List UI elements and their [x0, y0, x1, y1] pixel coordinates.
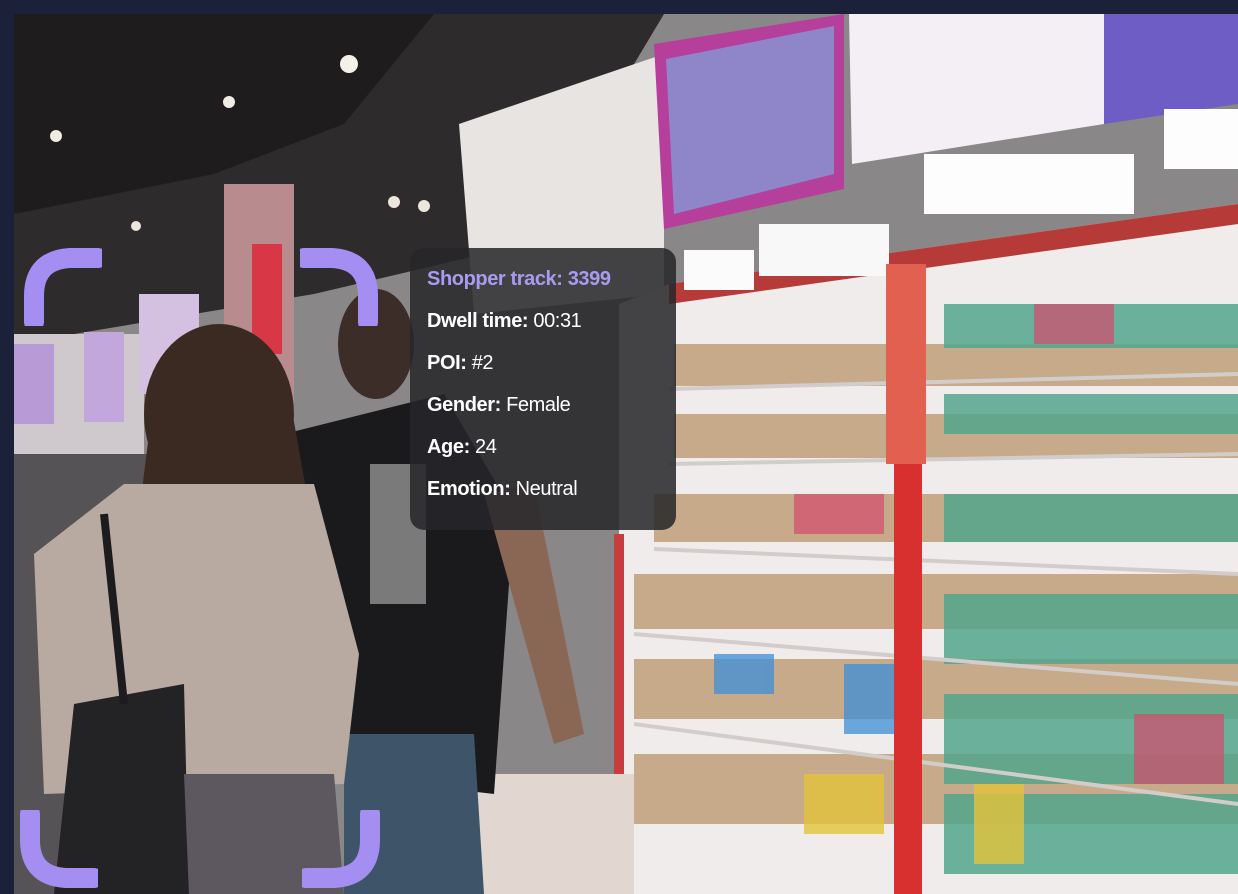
poi-row: POI: #2: [427, 350, 676, 392]
emotion-row: Emotion: Neutral: [427, 476, 676, 518]
tracking-bracket-bottom-left-icon: [18, 810, 98, 890]
poi-value: #2: [471, 352, 494, 374]
gender-value: Female: [506, 394, 571, 416]
tracking-bracket-bottom-right-icon: [302, 810, 382, 890]
age-label: Age:: [427, 436, 470, 458]
gender-row: Gender: Female: [427, 392, 676, 434]
age-row: Age: 24: [427, 434, 676, 476]
tracking-bracket-top-right-icon: [300, 246, 380, 326]
camera-feed: Shopper track: 3399 Dwell time: 00:31 PO…: [14, 14, 1238, 894]
age-value: 24: [475, 436, 497, 458]
emotion-label: Emotion:: [427, 478, 511, 500]
emotion-value: Neutral: [515, 478, 578, 500]
shopper-info-panel: Shopper track: 3399 Dwell time: 00:31 PO…: [410, 248, 676, 530]
dwell-time-value: 00:31: [533, 310, 582, 332]
dwell-time-row: Dwell time: 00:31: [427, 308, 676, 350]
dwell-time-label: Dwell time:: [427, 310, 529, 332]
tracking-bracket-top-left-icon: [22, 246, 102, 326]
shopper-track-id: Shopper track: 3399: [427, 268, 611, 290]
poi-label: POI:: [427, 352, 467, 374]
gender-label: Gender:: [427, 394, 501, 416]
